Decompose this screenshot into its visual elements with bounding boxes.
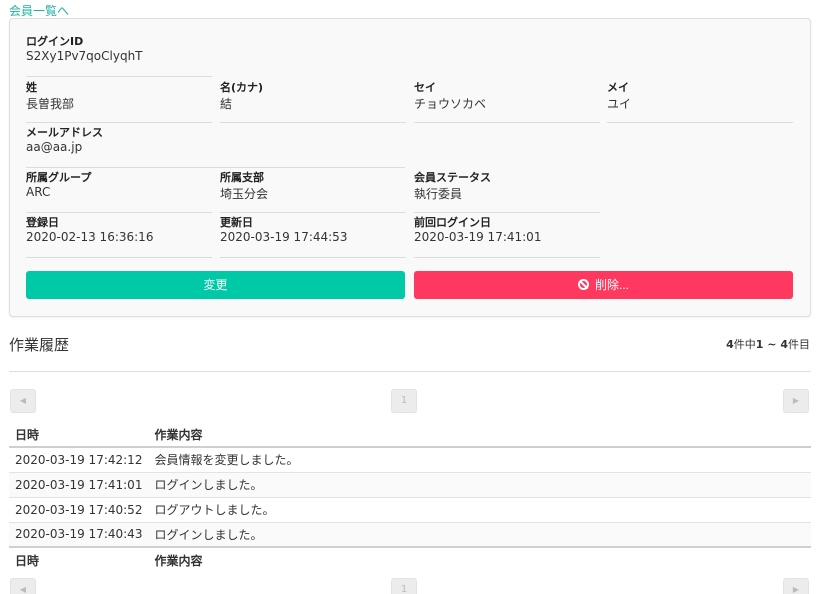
delete-button-label: 削除... (594, 278, 629, 292)
field-value: チョウソカベ (414, 97, 487, 111)
field-value: 埼玉分会 (220, 187, 269, 201)
edit-button-label: 変更 (203, 278, 228, 292)
table-row: 2020-03-19 17:40:52 ログアウトしました。 (9, 497, 811, 523)
field-label: 所属支部 (220, 171, 264, 184)
column-footer-content: 作業内容 (148, 546, 811, 572)
history-table: 日時 作業内容 2020-03-19 17:42:12 会員情報を変更しました。… (9, 422, 811, 572)
cell-date: 2020-03-19 17:40:43 (9, 522, 149, 548)
back-to-member-list-link[interactable]: 会員一覧へ (9, 2, 69, 19)
field-value: 2020-03-19 17:41:01 (414, 230, 542, 244)
prev-page-button[interactable]: ◀ (10, 389, 36, 413)
field-value: S2Xy1Pv7qoClyqhT (26, 49, 143, 63)
ban-icon (577, 279, 589, 290)
member-detail-card: ログインID S2Xy1Pv7qoClyqhT 姓 長曽我部 名(カナ) 結 セ… (9, 18, 811, 317)
field-login-id: ログインID S2Xy1Pv7qoClyqhT (26, 33, 212, 77)
cell-date: 2020-03-19 17:42:12 (9, 447, 149, 473)
next-page-button-bottom[interactable]: ▶ (783, 578, 809, 594)
cell-content: 会員情報を変更しました。 (148, 447, 811, 473)
field-label: 姓 (26, 81, 37, 94)
field-value: 2020-02-13 16:36:16 (26, 230, 154, 244)
chevron-right-icon: ▶ (792, 396, 800, 405)
field-sei: 姓 長曽我部 (26, 79, 212, 123)
delete-button[interactable]: 削除... (414, 271, 793, 299)
page-number-button-bottom[interactable]: 1 (391, 578, 417, 594)
field-label: 更新日 (220, 216, 253, 229)
prev-page-button-bottom[interactable]: ◀ (10, 578, 36, 594)
field-label: セイ (414, 81, 436, 94)
field-mei-kana: メイ ユイ (607, 79, 793, 123)
field-label: 名(カナ) (220, 81, 264, 94)
column-footer-date: 日時 (9, 546, 149, 572)
field-label: ログインID (26, 35, 84, 48)
field-label: 会員ステータス (414, 171, 491, 184)
cell-content: ログインしました。 (148, 472, 811, 498)
field-email: メールアドレス aa@aa.jp (26, 124, 405, 168)
table-row: 2020-03-19 17:41:01 ログインしました。 (9, 472, 811, 498)
chevron-left-icon: ◀ (19, 396, 27, 405)
result-count: 4件中1 ~ 4件目 (726, 338, 810, 351)
table-row: 2020-03-19 17:40:43 ログインしました。 (9, 522, 811, 548)
field-value: ユイ (607, 97, 632, 111)
table-header-row: 日時 作業内容 (9, 422, 811, 448)
field-value: 長曽我部 (26, 97, 75, 111)
column-header-content: 作業内容 (148, 422, 811, 448)
field-created: 登録日 2020-02-13 16:36:16 (26, 214, 212, 258)
field-sei-kana: セイ チョウソカベ (414, 79, 600, 123)
field-branch: 所属支部 埼玉分会 (220, 169, 406, 213)
field-group: 所属グループ ARC (26, 169, 212, 213)
next-page-button[interactable]: ▶ (783, 389, 809, 413)
history-title: 作業履歴 (9, 336, 70, 354)
field-value: 2020-03-19 17:44:53 (220, 230, 348, 244)
field-label: メールアドレス (26, 126, 103, 139)
section-divider (9, 371, 811, 372)
field-mei: 名(カナ) 結 (220, 79, 406, 123)
cell-content: ログアウトしました。 (148, 497, 811, 523)
table-footer-row: 日時 作業内容 (9, 546, 811, 572)
field-label: 登録日 (26, 216, 59, 229)
edit-button[interactable]: 変更 (26, 271, 405, 299)
field-updated: 更新日 2020-03-19 17:44:53 (220, 214, 406, 258)
chevron-right-icon: ▶ (792, 585, 800, 594)
cell-date: 2020-03-19 17:40:52 (9, 497, 149, 523)
field-value: aa@aa.jp (26, 140, 83, 154)
chevron-left-icon: ◀ (19, 585, 27, 594)
table-row: 2020-03-19 17:42:12 会員情報を変更しました。 (9, 447, 811, 473)
field-label: 所属グループ (26, 171, 92, 184)
cell-content: ログインしました。 (148, 522, 811, 548)
field-value: 結 (220, 97, 233, 111)
column-header-date: 日時 (9, 422, 149, 448)
field-last-login: 前回ログイン日 2020-03-19 17:41:01 (414, 214, 600, 258)
field-value: 執行委員 (414, 187, 463, 201)
page-number-button[interactable]: 1 (391, 389, 417, 413)
field-status: 会員ステータス 執行委員 (414, 169, 600, 213)
field-label: メイ (607, 81, 629, 94)
field-label: 前回ログイン日 (414, 216, 491, 229)
cell-date: 2020-03-19 17:41:01 (9, 472, 149, 498)
field-value: ARC (26, 185, 51, 199)
